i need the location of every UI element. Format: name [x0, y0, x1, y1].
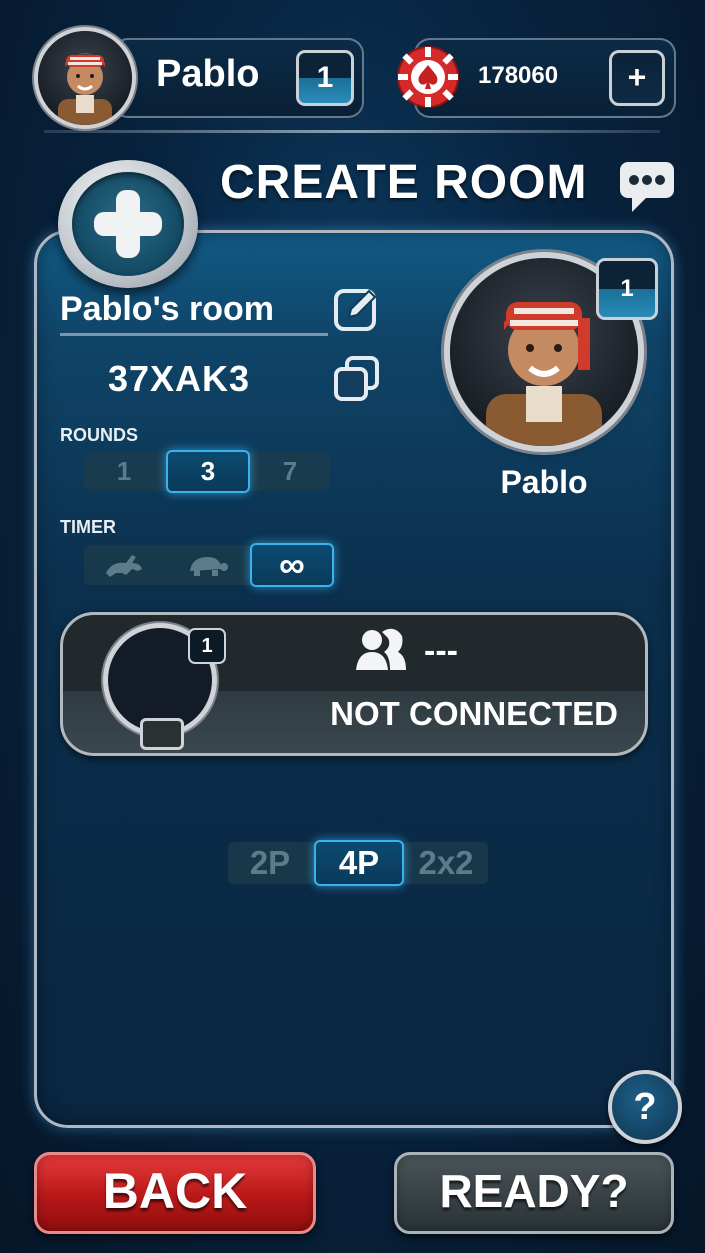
opponent-level-badge: 1 [188, 628, 226, 664]
room-name: Pablo's room [60, 290, 275, 328]
host-name: Pablo [500, 464, 588, 500]
infinity-icon[interactable]: ∞ [250, 543, 334, 587]
rabbit-icon[interactable] [102, 551, 146, 579]
avatar-face-icon [58, 53, 112, 125]
room-name-underline [60, 333, 328, 336]
opponent-avatar-tag [140, 718, 184, 750]
poker-chip-icon [396, 45, 460, 109]
opponent-status: NOT CONNECTED [330, 695, 618, 732]
plus-icon [72, 172, 184, 276]
room-code: 37XAK3 [108, 358, 251, 399]
back-button[interactable]: BACK [34, 1152, 316, 1234]
header-divider [44, 130, 660, 133]
rounds-option-7[interactable]: 7 [250, 452, 330, 491]
edit-icon[interactable] [333, 285, 381, 333]
mode-option-4p[interactable]: 4P [314, 840, 404, 886]
player-avatar[interactable] [38, 31, 132, 125]
mode-option-2p[interactable]: 2P [228, 842, 312, 884]
create-room-badge [58, 160, 198, 288]
turtle-icon[interactable] [186, 551, 230, 579]
chat-icon[interactable] [618, 160, 676, 214]
player-level-badge: 1 [296, 50, 354, 106]
chips-count: 178060 [478, 62, 559, 89]
host-level-badge: 1 [596, 258, 658, 320]
opponent-name: --- [424, 632, 458, 670]
rounds-label: ROUNDS [60, 425, 139, 445]
rounds-option-3[interactable]: 3 [166, 450, 250, 493]
ready-button[interactable]: READY? [394, 1152, 674, 1234]
help-button[interactable]: ? [608, 1070, 682, 1144]
rounds-option-1[interactable]: 1 [84, 452, 164, 491]
mode-option-2x2[interactable]: 2x2 [404, 842, 488, 884]
players-icon [354, 626, 408, 672]
player-name: Pablo [156, 53, 260, 95]
timer-label: TIMER [60, 517, 116, 537]
add-chips-button[interactable]: + [609, 50, 665, 106]
copy-icon[interactable] [333, 355, 381, 403]
page-title: CREATE ROOM [220, 156, 588, 209]
